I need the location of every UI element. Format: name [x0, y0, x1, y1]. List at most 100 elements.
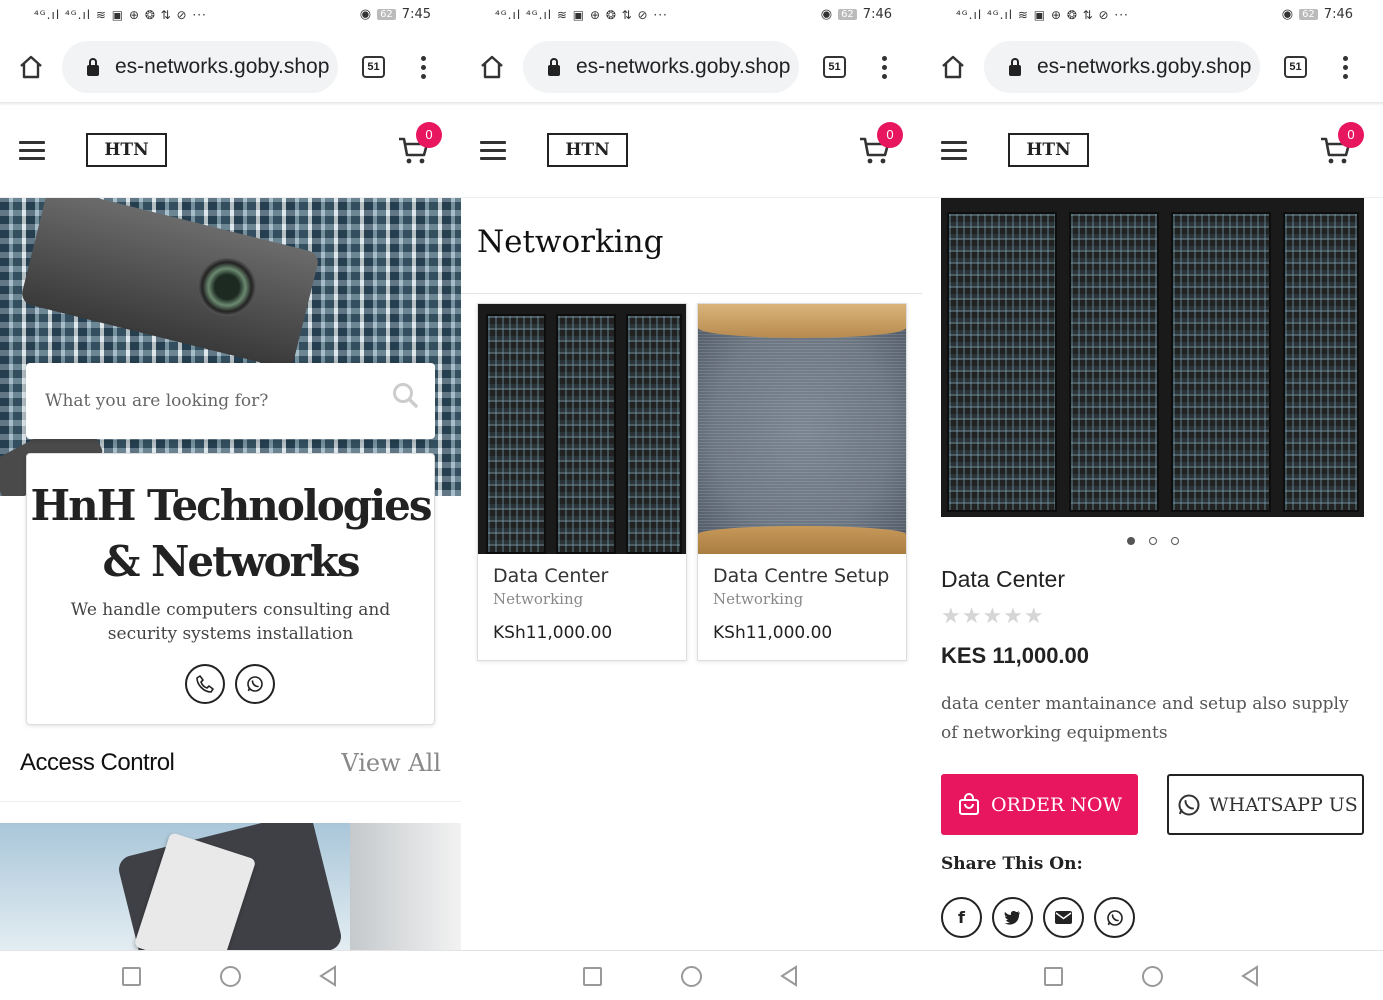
status-icons: ⁴ᴳ.ıl ⁴ᴳ.ıl ≋ ▣ ⊕ ❂ ⇅ ⊘ ···: [34, 8, 207, 22]
site-header: HTN 0: [461, 106, 922, 198]
eye-icon: ◉: [820, 7, 833, 22]
share-label: Share This On:: [941, 854, 1083, 874]
back-button[interactable]: [1240, 965, 1260, 987]
view-all-link[interactable]: View All: [341, 749, 441, 777]
more-menu-icon[interactable]: [1343, 56, 1349, 83]
browser-toolbar: es-networks.goby.shop 51: [461, 32, 922, 102]
product-name[interactable]: Data Center: [493, 565, 608, 587]
share-email-button[interactable]: [1043, 897, 1084, 938]
whatsapp-button[interactable]: [235, 664, 275, 704]
share-twitter-button[interactable]: [992, 897, 1033, 938]
url-text: es-networks.goby.shop: [115, 55, 330, 78]
battery-indicator: 62: [1299, 9, 1318, 20]
home-nav-button[interactable]: [1142, 966, 1163, 987]
hamburger-menu-icon[interactable]: [941, 141, 967, 165]
status-icons: ⁴ᴳ.ıl ⁴ᴳ.ıl ≋ ▣ ⊕ ❂ ⇅ ⊘ ···: [956, 8, 1129, 22]
home-nav-button[interactable]: [681, 966, 702, 987]
product-category: Networking: [493, 590, 584, 608]
share-facebook-button[interactable]: f: [941, 897, 982, 938]
product-image[interactable]: [478, 304, 686, 554]
order-now-button[interactable]: ORDER NOW: [941, 774, 1138, 835]
product-price: KES 11,000.00: [941, 643, 1090, 668]
product-image[interactable]: [698, 304, 906, 554]
product-card[interactable]: Data Centre Setup Networking KSh11,000.0…: [697, 303, 907, 661]
gallery-dot[interactable]: [1170, 537, 1179, 545]
phone-screen-home: ⁴ᴳ.ıl ⁴ᴳ.ıl ≋ ▣ ⊕ ❂ ⇅ ⊘ ··· ◉ 62 7:45 es…: [0, 0, 461, 1000]
gallery-pagination[interactable]: [922, 530, 1383, 549]
whatsapp-us-label: WHATSAPP US: [1209, 793, 1358, 816]
tab-count-button[interactable]: 51: [823, 56, 846, 78]
product-description: data center mantainance and setup also s…: [941, 694, 1349, 743]
home-icon[interactable]: [479, 54, 505, 80]
recents-button[interactable]: [1044, 967, 1063, 986]
site-header: HTN 0: [0, 106, 461, 198]
status-bar: ⁴ᴳ.ıl ⁴ᴳ.ıl ≋ ▣ ⊕ ❂ ⇅ ⊘ ··· ◉ 62 7:46: [461, 0, 922, 32]
home-nav-button[interactable]: [220, 966, 241, 987]
home-icon[interactable]: [18, 54, 44, 80]
hamburger-menu-icon[interactable]: [19, 141, 45, 165]
cart-count-badge: 0: [416, 122, 442, 148]
recents-button[interactable]: [583, 967, 602, 986]
back-button[interactable]: [779, 965, 799, 987]
email-icon: [1055, 911, 1072, 924]
back-button[interactable]: [318, 965, 338, 987]
tab-count-button[interactable]: 51: [1284, 56, 1307, 78]
hamburger-menu-icon[interactable]: [480, 141, 506, 165]
access-control-image[interactable]: [0, 823, 461, 950]
site-logo[interactable]: HTN: [86, 133, 167, 167]
product-price: KSh11,000.00: [493, 623, 613, 643]
product-card[interactable]: Data Center Networking KSh11,000.00: [477, 303, 687, 661]
battery-indicator: 62: [377, 9, 396, 20]
call-button[interactable]: [185, 664, 225, 704]
star-rating[interactable]: ★★★★★: [941, 604, 1045, 629]
battery-indicator: 62: [838, 9, 857, 20]
clock: 7:45: [401, 7, 431, 22]
address-bar[interactable]: es-networks.goby.shop: [523, 41, 799, 93]
share-whatsapp-button[interactable]: [1094, 897, 1135, 938]
browser-toolbar: es-networks.goby.shop 51: [0, 32, 461, 102]
site-logo[interactable]: HTN: [1008, 133, 1089, 167]
search-box[interactable]: What you are looking for?: [26, 363, 435, 439]
address-bar[interactable]: es-networks.goby.shop: [984, 41, 1260, 93]
clock: 7:46: [1323, 7, 1353, 22]
whatsapp-icon: [1178, 794, 1200, 815]
order-now-label: ORDER NOW: [990, 793, 1123, 816]
lock-icon: [87, 57, 99, 76]
whatsapp-icon: [1106, 909, 1123, 926]
product-price: KSh11,000.00: [713, 623, 833, 643]
tab-count-button[interactable]: 51: [362, 56, 385, 78]
whatsapp-icon: [247, 676, 263, 692]
site-logo[interactable]: HTN: [547, 133, 628, 167]
browser-toolbar: es-networks.goby.shop 51: [922, 32, 1383, 102]
section-title-access-control: Access Control: [20, 749, 175, 776]
site-header: HTN 0: [922, 106, 1383, 198]
status-bar: ⁴ᴳ.ıl ⁴ᴳ.ıl ≋ ▣ ⊕ ❂ ⇅ ⊘ ··· ◉ 62 7:45: [0, 0, 461, 32]
eye-icon: ◉: [359, 7, 372, 22]
android-nav-bar: [0, 950, 461, 1000]
more-menu-icon[interactable]: [421, 56, 427, 83]
status-bar: ⁴ᴳ.ıl ⁴ᴳ.ıl ≋ ▣ ⊕ ❂ ⇅ ⊘ ··· ◉ 62 7:46: [922, 0, 1383, 32]
gallery-dot[interactable]: [1148, 537, 1157, 545]
whatsapp-us-button[interactable]: WHATSAPP US: [1167, 774, 1364, 835]
gallery-dot[interactable]: [1126, 537, 1135, 545]
clock: 7:46: [862, 7, 892, 22]
company-title: HnH Technologies & Networks: [30, 481, 433, 586]
product-gallery-image[interactable]: [941, 198, 1364, 517]
shopping-bag-icon: [958, 792, 979, 815]
category-title: Networking: [477, 224, 664, 260]
product-name[interactable]: Data Centre Setup: [713, 565, 889, 587]
product-title: Data Center: [941, 566, 1066, 592]
url-text: es-networks.goby.shop: [576, 55, 791, 78]
home-icon[interactable]: [940, 54, 966, 80]
lock-icon: [548, 57, 560, 76]
search-icon[interactable]: [392, 382, 418, 408]
status-icons: ⁴ᴳ.ıl ⁴ᴳ.ıl ≋ ▣ ⊕ ❂ ⇅ ⊘ ···: [495, 8, 668, 22]
hero-banner-image: [0, 198, 461, 496]
company-tagline: We handle computers consulting and secur…: [70, 600, 391, 644]
recents-button[interactable]: [122, 967, 141, 986]
address-bar[interactable]: es-networks.goby.shop: [62, 41, 338, 93]
search-input[interactable]: What you are looking for?: [45, 391, 268, 411]
more-menu-icon[interactable]: [882, 56, 888, 83]
facebook-icon: f: [958, 908, 965, 927]
android-nav-bar: [461, 950, 922, 1000]
